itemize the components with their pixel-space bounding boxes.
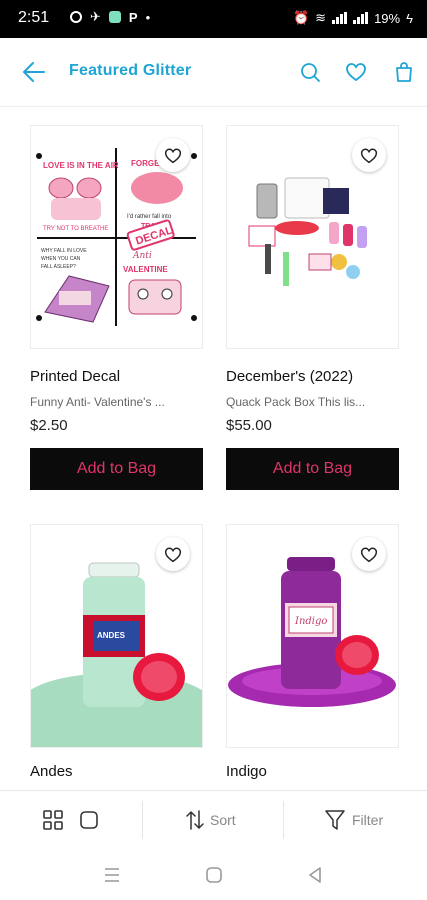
grid-view-icon[interactable] [42,809,64,831]
page-title: Featured Glitter [69,62,192,79]
jar-label-andes: ANDES [97,631,126,640]
product-price: $2.50 [30,417,68,434]
svg-text:Anti: Anti [132,251,152,261]
product-description: Quack Pack Box This lis... [226,395,366,409]
svg-text:TRY NOT TO BREATHE: TRY NOT TO BREATHE [43,226,108,232]
notification-icons: ✈ P • [70,9,150,25]
filter-button[interactable]: Filter [324,791,383,849]
sort-filter-bar: Sort Filter [0,790,427,849]
product-name[interactable]: December's (2022) [226,368,353,385]
product-name[interactable]: Indigo [226,763,267,780]
back-arrow-icon[interactable] [20,58,48,86]
purple-glitter-jar-image[interactable]: Indigo [226,524,399,748]
divider [283,801,284,839]
sort-icon [186,810,204,830]
mint-glitter-jar-image[interactable]: ANDES [30,524,203,748]
home-icon[interactable] [205,866,223,884]
product-name[interactable]: Printed Decal [30,368,120,385]
decal-sheet-image[interactable]: LOVE IS IN THE AIR TRY NOT TO BREATHE FO… [30,125,203,349]
heart-icon [360,148,378,164]
app-icon [108,11,121,23]
wishlist-heart-button[interactable] [156,138,190,172]
sort-label: Sort [210,812,236,828]
filter-label: Filter [352,812,384,828]
wishlist-heart-button[interactable] [352,537,386,571]
view-toggle [42,791,100,849]
pinterest-icon: P [128,9,138,25]
system-icons: ⏰ ≋ 19% ϟ [293,10,413,26]
shopping-bag-icon[interactable] [392,60,416,84]
alarm-icon: ⏰ [292,10,310,25]
heart-icon [164,547,182,563]
signal-icon [332,12,348,24]
telegram-icon: ✈ [90,9,101,24]
signal-icon-2 [353,12,369,24]
svg-text:VALENTINE: VALENTINE [123,265,168,274]
battery-text: 19% [374,10,401,26]
single-view-icon[interactable] [78,809,100,831]
craft-box-image[interactable] [226,125,399,349]
product-price: $55.00 [226,417,272,434]
heart-icon [360,547,378,563]
status-time: 2:51 [18,9,50,26]
divider [142,801,143,839]
svg-text:FALL ASLEEP?: FALL ASLEEP? [41,264,76,270]
heart-icon [164,148,182,164]
app-header: Featured Glitter [0,38,427,107]
recent-apps-icon[interactable] [102,866,122,884]
wifi-icon: ≋ [315,10,327,25]
svg-text:WHY FALL IN LOVE: WHY FALL IN LOVE [41,248,87,254]
search-icon[interactable] [298,60,322,84]
back-nav-icon[interactable] [306,866,324,884]
product-name[interactable]: Andes [30,763,73,780]
filter-icon [325,810,345,830]
charging-icon: ϟ [406,10,413,26]
decal-text-tl: LOVE IS IN THE AIR [43,161,119,170]
status-bar: 2:51 ✈ P • ⏰ ≋ 19% ϟ [0,0,427,38]
dot-icon: • [145,9,151,25]
svg-text:I'd rather fall into: I'd rather fall into [127,214,172,220]
sort-button[interactable]: Sort [186,791,236,849]
system-nav-bar [0,848,427,900]
product-description: Funny Anti- Valentine's ... [30,395,165,409]
wishlist-heart-button[interactable] [156,537,190,571]
jar-label-indigo: Indigo [294,616,327,627]
notification-icon [70,11,82,23]
svg-text:WHEN YOU CAN: WHEN YOU CAN [41,256,81,262]
heart-icon[interactable] [344,60,368,84]
wishlist-heart-button[interactable] [352,138,386,172]
add-to-bag-button[interactable]: Add to Bag [30,448,203,490]
add-to-bag-button[interactable]: Add to Bag [226,448,399,490]
